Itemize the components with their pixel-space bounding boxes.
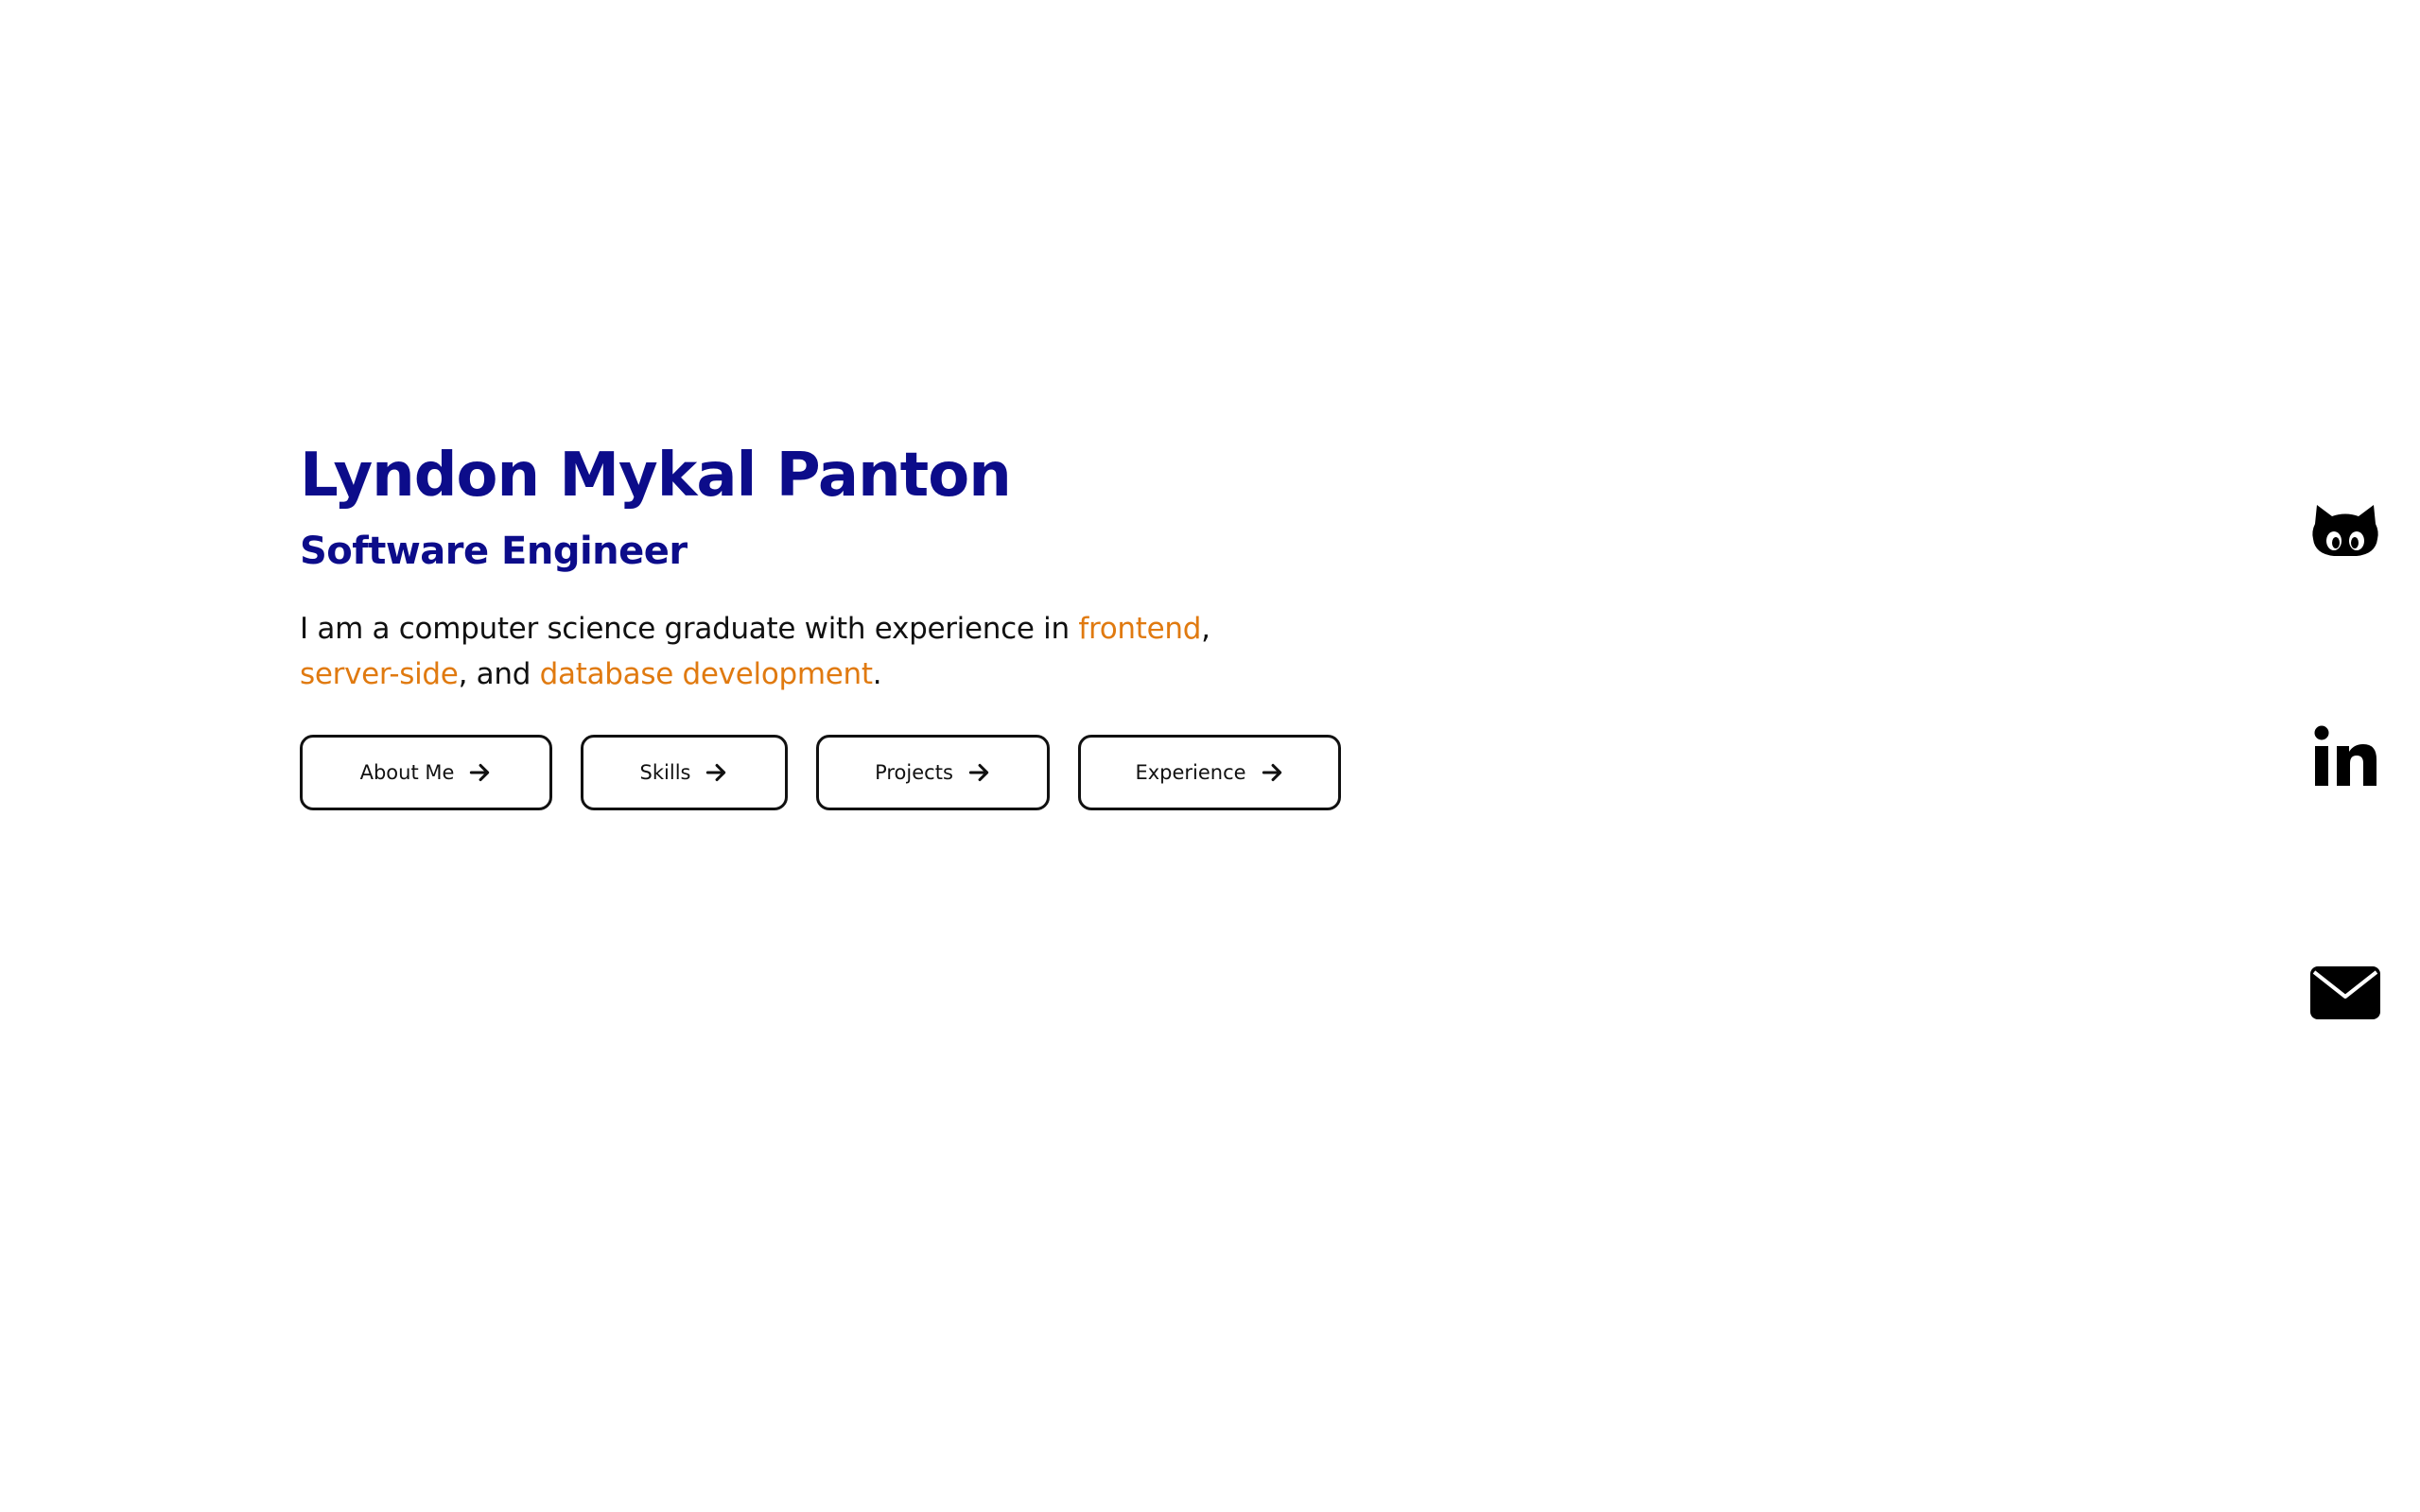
about-me-button[interactable]: About Me [300,735,552,810]
arrow-right-icon [1262,763,1281,782]
skills-button[interactable]: Skills [581,735,788,810]
bio-separator: , [1201,612,1210,646]
email-link[interactable] [2307,955,2383,1031]
linkedin-link[interactable] [2307,719,2383,794]
name-heading: Lyndon Mykal Panton [300,441,1012,511]
arrow-right-icon [706,763,726,782]
job-title: Software Engineer [300,530,688,573]
page: Lyndon Mykal Panton Software Engineer I … [0,0,2420,1512]
nav-buttons: About Me Skills Projects Experience [300,735,1529,810]
highlight-database-development: database development [539,657,873,691]
highlight-server-side: server-side [300,657,459,691]
bio-text: I am a computer science graduate with ex… [300,606,1245,697]
github-link[interactable] [2307,492,2383,567]
experience-button-label: Experience [1135,761,1246,784]
bio-separator: , and [458,657,540,691]
github-icon [2312,505,2378,556]
arrow-right-icon [968,763,989,782]
bio-end: . [872,657,882,691]
bio-intro: I am a computer science graduate with ex… [300,612,1079,646]
about-me-button-label: About Me [359,761,455,784]
hero-section: Lyndon Mykal Panton Software Engineer I … [300,430,1529,810]
skills-button-label: Skills [639,761,691,784]
email-icon [2310,966,2380,1019]
projects-button-label: Projects [875,761,953,784]
projects-button[interactable]: Projects [816,735,1050,810]
linkedin-icon [2314,725,2376,786]
experience-button[interactable]: Experience [1078,735,1341,810]
highlight-frontend: frontend [1078,612,1202,646]
arrow-right-icon [470,763,490,782]
